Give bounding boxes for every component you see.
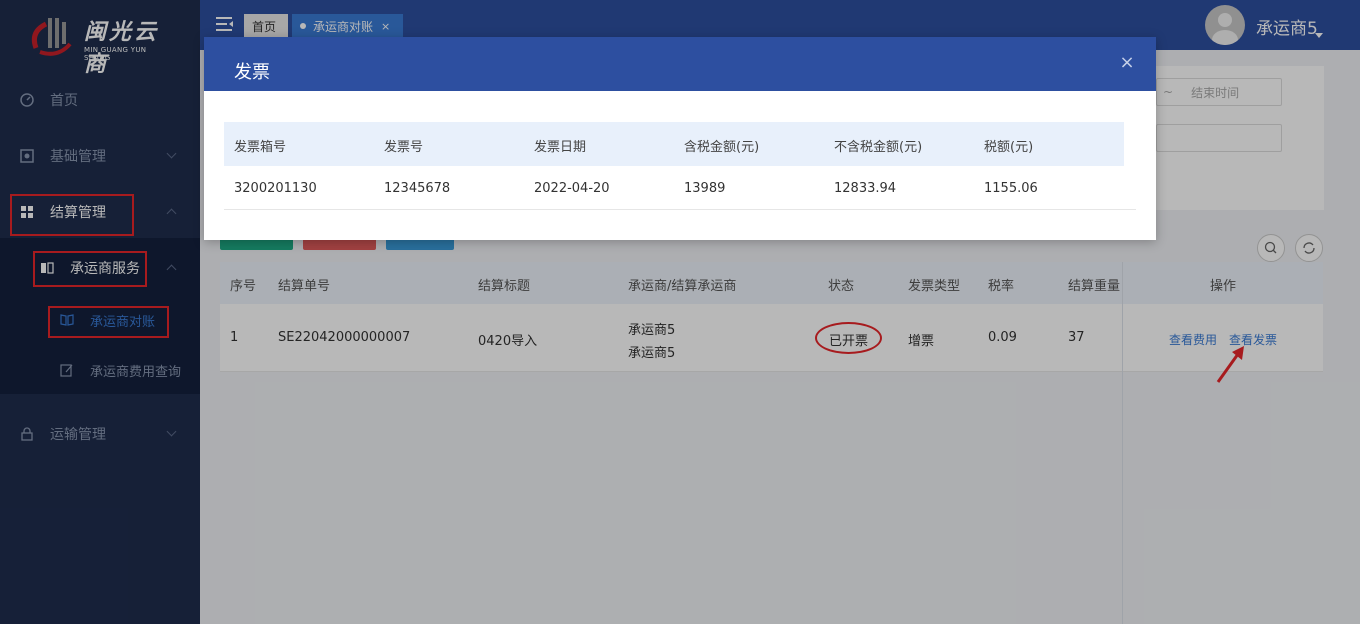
tab-close-icon[interactable]: × xyxy=(381,20,390,33)
menu-toggle-icon[interactable] xyxy=(216,16,234,32)
col-tax-rate: 税率 xyxy=(988,279,1015,294)
search-toggle-button[interactable] xyxy=(1257,234,1285,262)
col-tax: 税额(元) xyxy=(984,140,1034,155)
dashboard-icon xyxy=(20,93,34,107)
edit-icon xyxy=(60,363,74,377)
tab-label: 首页 xyxy=(252,19,277,34)
settings-icon xyxy=(20,149,34,163)
col-weight: 结算重量 xyxy=(1068,279,1121,294)
col-title: 结算标题 xyxy=(478,279,531,294)
sidebar-item-carrier-fee[interactable]: 承运商费用查询 xyxy=(0,350,200,390)
row-box-no: 3200201130 xyxy=(234,181,317,196)
refresh-icon xyxy=(1303,242,1315,254)
highlight-box xyxy=(10,194,134,236)
end-date-input[interactable]: ~ 结束时间 xyxy=(1156,78,1282,106)
col-status: 状态 xyxy=(828,279,855,294)
chevron-up-icon xyxy=(166,264,177,275)
user-name[interactable]: 承运商5 xyxy=(1256,14,1318,39)
sidebar-item-basic[interactable]: 基础管理 xyxy=(0,136,200,176)
row-settle-carrier: 承运商5 xyxy=(628,346,676,361)
fixed-column-divider xyxy=(1122,262,1123,624)
col-settle-no: 结算单号 xyxy=(278,279,331,294)
sidebar-item-label: 运输管理 xyxy=(50,427,106,443)
caret-down-icon[interactable] xyxy=(1315,33,1323,38)
search-icon xyxy=(1264,241,1277,254)
col-amount-with-tax: 含税金额(元) xyxy=(684,140,760,155)
avatar[interactable] xyxy=(1205,5,1245,45)
row-amount-without-tax: 12833.94 xyxy=(834,181,897,196)
tab-carrier-reconcile[interactable]: 承运商对账 × xyxy=(292,14,403,38)
chevron-down-icon xyxy=(166,426,177,437)
tab-label: 承运商对账 xyxy=(313,19,374,34)
sidebar-item-label: 首页 xyxy=(50,93,78,109)
modal-header: 发票 × xyxy=(204,37,1156,91)
row-amount-with-tax: 13989 xyxy=(684,181,726,196)
row-invoice-type: 增票 xyxy=(908,334,935,349)
sidebar-item-label: 承运商费用查询 xyxy=(90,364,182,380)
lock-icon xyxy=(20,427,34,441)
close-icon[interactable]: × xyxy=(1119,54,1135,72)
col-index: 序号 xyxy=(230,279,257,294)
modal-title: 发票 xyxy=(234,62,270,83)
filter-input[interactable] xyxy=(1156,124,1282,152)
refresh-button[interactable] xyxy=(1295,234,1323,262)
table-row[interactable]: 1 SE22042000000007 0420导入 承运商5 承运商5 已开票 … xyxy=(220,304,1323,372)
col-actions: 操作 xyxy=(1210,279,1237,294)
col-invoice-type: 发票类型 xyxy=(908,279,961,294)
row-weight: 37 xyxy=(1068,330,1085,345)
highlight-box xyxy=(48,306,169,338)
col-invoice-no: 发票号 xyxy=(384,140,424,155)
row-carrier: 承运商5 xyxy=(628,323,676,338)
status-highlight-ellipse xyxy=(815,322,882,354)
logo: 闽光云商 MIN GUANG YUN SHANG xyxy=(28,8,173,77)
logo-icon xyxy=(31,18,72,56)
end-date-placeholder: 结束时间 xyxy=(1191,85,1240,100)
logo-subtitle: MIN GUANG YUN SHANG xyxy=(84,46,147,62)
range-separator: ~ xyxy=(1163,85,1174,99)
row-tax: 1155.06 xyxy=(984,181,1038,196)
table-row: 3200201130 12345678 2022-04-20 13989 128… xyxy=(224,166,1136,210)
row-date: 2022-04-20 xyxy=(534,181,610,196)
invoice-modal: 发票 × 发票箱号 发票号 发票日期 含税金额(元) 不含税金额(元) 税额(元… xyxy=(204,37,1156,240)
chevron-down-icon xyxy=(166,148,177,159)
col-carrier: 承运商/结算承运商 xyxy=(628,279,737,294)
table-header: 序号 结算单号 结算标题 承运商/结算承运商 状态 发票类型 税率 结算重量 操… xyxy=(220,262,1323,304)
invoice-table-header: 发票箱号 发票号 发票日期 含税金额(元) 不含税金额(元) 税额(元) xyxy=(224,122,1124,166)
sidebar-item-label: 基础管理 xyxy=(50,149,106,165)
tab-home[interactable]: 首页 xyxy=(244,14,288,38)
sidebar-item-home[interactable]: 首页 xyxy=(0,80,200,120)
row-settle-no: SE22042000000007 xyxy=(278,330,411,345)
sidebar: 闽光云商 MIN GUANG YUN SHANG 首页 基础管理 结算管理 承运… xyxy=(0,0,200,624)
row-invoice-no: 12345678 xyxy=(384,181,451,196)
sidebar-item-transport[interactable]: 运输管理 xyxy=(0,414,200,454)
col-amount-without-tax: 不含税金额(元) xyxy=(834,140,923,155)
row-title: 0420导入 xyxy=(478,334,538,349)
view-fee-link[interactable]: 查看费用 xyxy=(1169,331,1217,348)
col-invoice-date: 发票日期 xyxy=(534,140,587,155)
col-box-no: 发票箱号 xyxy=(234,140,287,155)
active-dot-icon xyxy=(300,23,306,29)
arrow-annotation-icon xyxy=(1216,346,1244,383)
row-tax-rate: 0.09 xyxy=(988,330,1017,345)
highlight-box xyxy=(33,251,147,287)
chevron-up-icon xyxy=(166,208,177,219)
row-index: 1 xyxy=(230,330,239,345)
